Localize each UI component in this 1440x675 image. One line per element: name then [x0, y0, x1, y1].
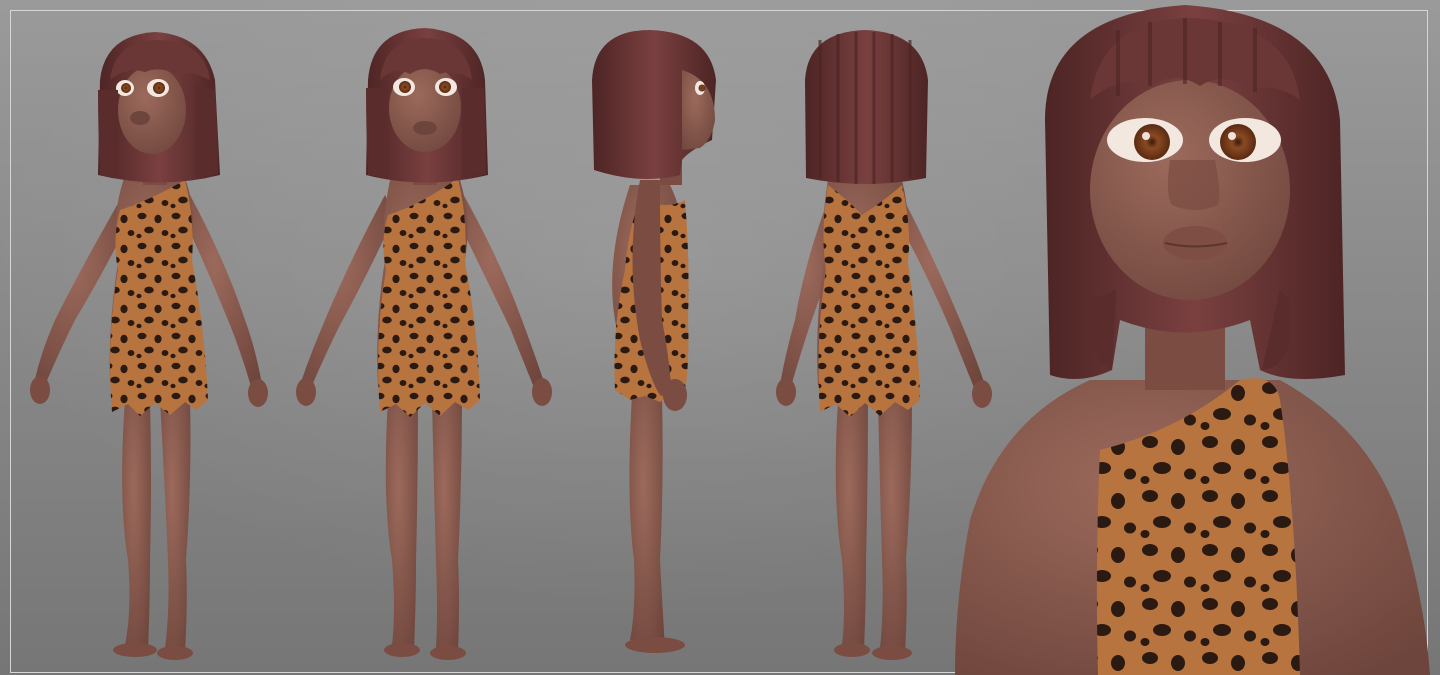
- figure-side: [592, 30, 716, 653]
- figure-closeup: [955, 5, 1430, 675]
- figure-front: [296, 28, 552, 660]
- figure-front-three-quarter: [30, 32, 268, 660]
- figure-back: [776, 30, 992, 660]
- character-turnaround: [30, 5, 1430, 675]
